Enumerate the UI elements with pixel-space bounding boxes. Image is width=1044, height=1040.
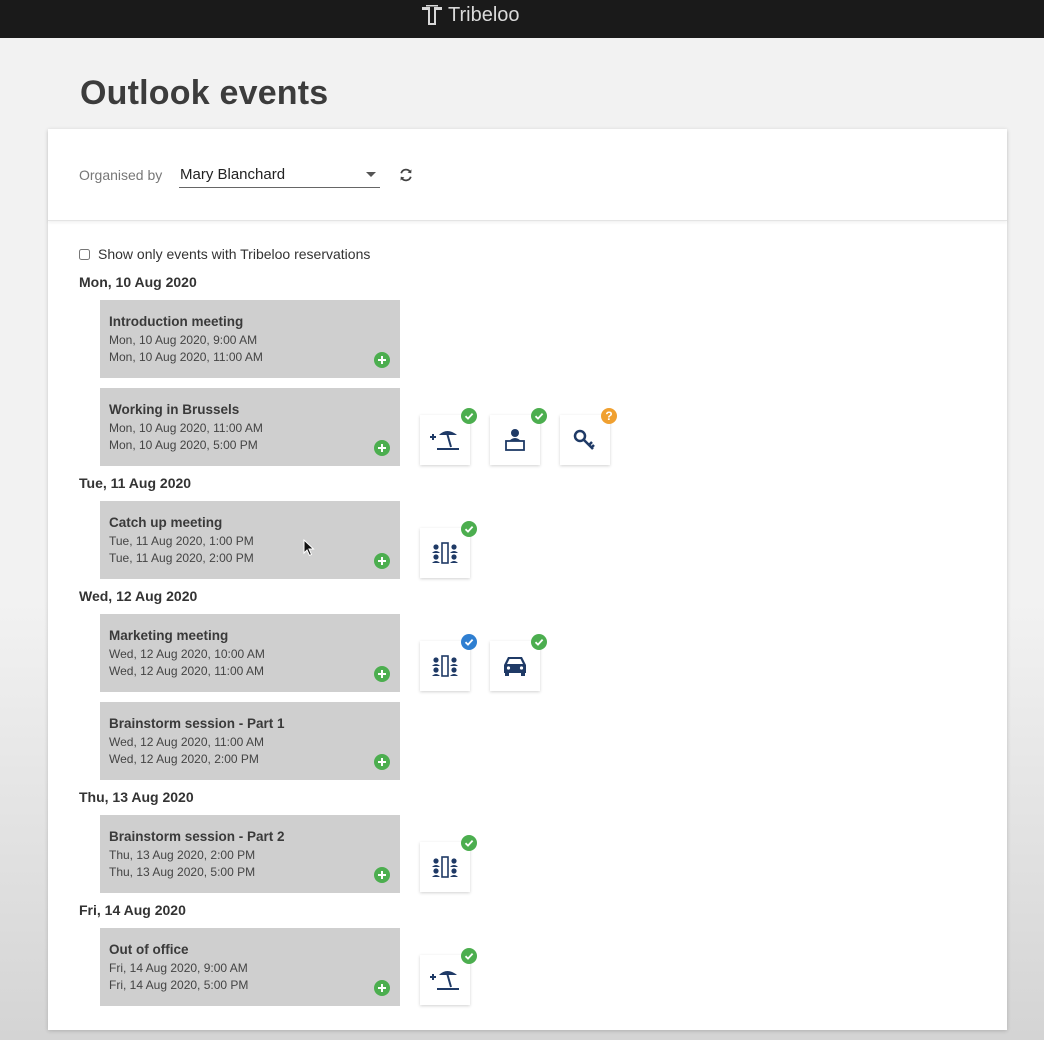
event-title: Introduction meeting	[109, 314, 244, 329]
event-card[interactable]: Working in Brussels Mon, 10 Aug 2020, 11:…	[100, 388, 400, 466]
mouse-cursor-icon	[303, 539, 315, 557]
event-end: Tue, 11 Aug 2020, 2:00 PM	[109, 551, 254, 565]
organiser-value: Mary Blanchard	[180, 166, 286, 183]
event-start: Fri, 14 Aug 2020, 9:00 AM	[109, 961, 248, 975]
add-reservation-icon[interactable]	[374, 440, 390, 456]
day-heading: Fri, 14 Aug 2020	[79, 902, 186, 918]
day-heading: Mon, 10 Aug 2020	[79, 274, 197, 290]
reservation-tile[interactable]: ?	[560, 408, 617, 465]
day-heading: Tue, 11 Aug 2020	[79, 475, 192, 491]
reservation-tile[interactable]	[490, 408, 547, 465]
event-start: Thu, 13 Aug 2020, 2:00 PM	[109, 848, 256, 862]
event-card[interactable]: Catch up meeting Tue, 11 Aug 2020, 1:00 P…	[100, 501, 400, 579]
reservation-tile[interactable]	[490, 634, 547, 691]
add-reservation-icon[interactable]	[374, 666, 390, 682]
reservations-filter[interactable]: Show only events with Tribeloo reservati…	[79, 246, 370, 262]
reservation-tile[interactable]	[420, 948, 477, 1005]
reservation-tile[interactable]	[420, 634, 477, 691]
event-start: Mon, 10 Aug 2020, 9:00 AM	[109, 333, 258, 347]
event-card[interactable]: Out of office Fri, 14 Aug 2020, 9:00 AM Fr…	[100, 928, 400, 1006]
reservation-tile[interactable]	[420, 521, 477, 578]
event-title: Working in Brussels	[109, 402, 240, 417]
day-heading: Thu, 13 Aug 2020	[79, 789, 194, 805]
question-badge-icon: ?	[601, 408, 617, 424]
beach-umbrella-plus-icon	[430, 431, 459, 450]
event-title: Marketing meeting	[109, 628, 229, 643]
top-bar: Tribeloo	[0, 0, 1044, 38]
organised-by-label: Organised by	[79, 167, 163, 183]
caret-down-icon	[366, 172, 376, 177]
desk-icon	[505, 429, 525, 451]
meeting-room-icon	[432, 655, 458, 677]
event-title: Brainstorm session - Part 1	[109, 716, 285, 731]
meeting-room-icon	[432, 542, 458, 564]
event-end: Wed, 12 Aug 2020, 11:00 AM	[109, 664, 265, 678]
events-card: Organised by Mary Blanchard Show only ev…	[48, 129, 1007, 1030]
event-end: Mon, 10 Aug 2020, 11:00 AM	[109, 350, 263, 364]
event-card[interactable]: Marketing meeting Wed, 12 Aug 2020, 10:00…	[100, 614, 400, 692]
reservation-tile[interactable]	[420, 408, 477, 465]
event-start: Mon, 10 Aug 2020, 11:00 AM	[109, 421, 263, 435]
refresh-icon[interactable]	[398, 167, 414, 183]
add-reservation-icon[interactable]	[374, 754, 390, 770]
page-title: Outlook events	[80, 74, 329, 112]
add-reservation-icon[interactable]	[374, 553, 390, 569]
event-start: Tue, 11 Aug 2020, 1:00 PM	[109, 534, 254, 548]
event-title: Catch up meeting	[109, 515, 223, 530]
check-badge-icon	[461, 634, 477, 650]
car-icon	[504, 657, 526, 676]
filter-header: Organised by Mary Blanchard	[48, 129, 1007, 221]
day-heading: Wed, 12 Aug 2020	[79, 588, 198, 604]
event-start: Wed, 12 Aug 2020, 10:00 AM	[109, 647, 265, 661]
check-badge-icon	[531, 634, 547, 650]
event-card[interactable]: Brainstorm session - Part 2 Thu, 13 Aug 2…	[100, 815, 400, 893]
meeting-room-icon	[432, 856, 458, 878]
add-reservation-icon[interactable]	[374, 867, 390, 883]
event-card[interactable]: Brainstorm session - Part 1 Wed, 12 Aug 2…	[100, 702, 400, 780]
tribeloo-logo-icon	[422, 5, 442, 25]
reservation-tile[interactable]	[420, 835, 477, 892]
check-badge-icon	[461, 521, 477, 537]
key-icon	[573, 429, 595, 450]
event-end: Mon, 10 Aug 2020, 5:00 PM	[109, 438, 258, 452]
event-title: Brainstorm session - Part 2	[109, 829, 285, 844]
check-badge-icon	[461, 408, 477, 424]
check-badge-icon	[531, 408, 547, 424]
add-reservation-icon[interactable]	[374, 980, 390, 996]
reservations-filter-checkbox[interactable]	[79, 248, 90, 260]
event-card[interactable]: Introduction meeting Mon, 10 Aug 2020, 9:…	[100, 300, 400, 378]
beach-umbrella-plus-icon	[430, 971, 459, 990]
organiser-select[interactable]: Mary Blanchard	[179, 162, 380, 188]
check-badge-icon	[461, 948, 477, 964]
add-reservation-icon[interactable]	[374, 352, 390, 368]
reservations-filter-label: Show only events with Tribeloo reservati…	[98, 246, 371, 262]
event-end: Wed, 12 Aug 2020, 2:00 PM	[109, 752, 259, 766]
event-end: Fri, 14 Aug 2020, 5:00 PM	[109, 978, 249, 992]
brand-name: Tribeloo	[448, 3, 520, 26]
event-title: Out of office	[109, 942, 189, 957]
brand[interactable]: Tribeloo	[420, 3, 520, 27]
event-end: Thu, 13 Aug 2020, 5:00 PM	[109, 865, 256, 879]
event-start: Wed, 12 Aug 2020, 11:00 AM	[109, 735, 265, 749]
check-badge-icon	[461, 835, 477, 851]
